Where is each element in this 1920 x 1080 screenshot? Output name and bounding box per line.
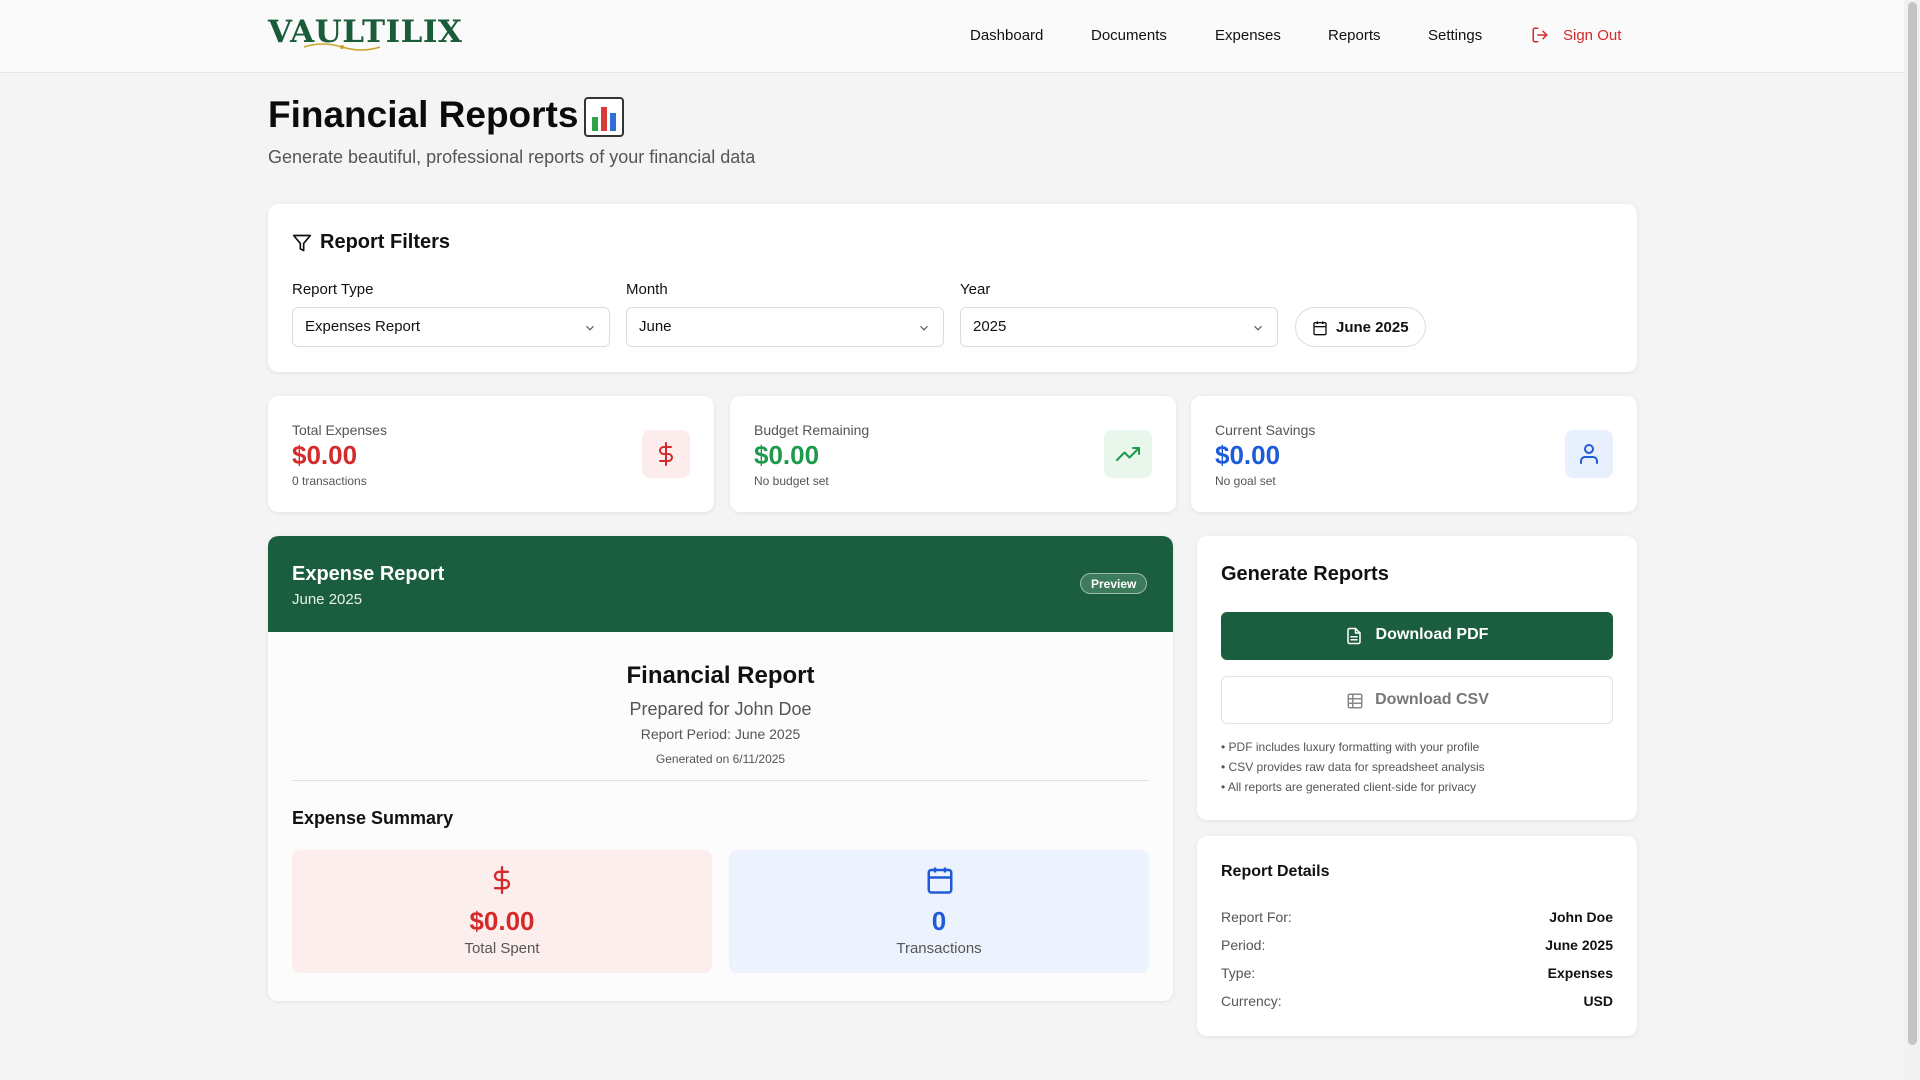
detail-key: Report For:: [1221, 909, 1292, 925]
detail-key: Type:: [1221, 965, 1256, 981]
detail-key: Period:: [1221, 937, 1266, 953]
nav-documents[interactable]: Documents: [1091, 27, 1167, 44]
table-icon: [1347, 693, 1363, 709]
stat-icon-box: [1104, 430, 1152, 478]
month-label: Month: [626, 281, 668, 298]
prepared-for: Prepared for John Doe: [629, 699, 812, 719]
page-scrollbar[interactable]: [1904, 0, 1920, 1080]
year-label: Year: [960, 281, 991, 298]
nav-expenses[interactable]: Expenses: [1215, 27, 1281, 44]
stat-sub: No budget set: [754, 474, 829, 488]
download-csv-button[interactable]: Download CSV: [1221, 676, 1613, 724]
preview-header: Expense Report June 2025 Preview: [268, 536, 1173, 632]
filter-icon: [292, 234, 312, 252]
user-icon: [1580, 444, 1598, 464]
summary-total-spent: $0.00 Total Spent: [292, 850, 712, 973]
report-details-card: Report Details Report For: John Doe Peri…: [1197, 836, 1637, 1036]
stat-card-total-expenses: Total Expenses $0.00 0 transactions: [268, 396, 714, 512]
month-value: June: [639, 318, 672, 335]
top-navbar: VAULTILIX Dashboard Documents Expenses R…: [0, 0, 1904, 73]
dollar-icon: [659, 442, 673, 466]
calendar-icon: [1313, 321, 1327, 336]
generated-date: Generated on 6/11/2025: [655, 752, 786, 766]
calendar-icon: [927, 867, 953, 894]
preview-body: Financial Report Prepared for John Doe R…: [268, 632, 1173, 1001]
chevron-down-icon: [1254, 325, 1262, 331]
stat-label: Total Expenses: [292, 422, 387, 438]
report-preview-card: Expense Report June 2025 Preview Financi…: [268, 536, 1173, 1001]
year-value: 2025: [973, 318, 1007, 335]
detail-key: Currency:: [1221, 993, 1282, 1009]
scrollbar-thumb[interactable]: [1908, 2, 1917, 1045]
page-title: Financial Reports: [268, 94, 579, 135]
generate-title: Generate Reports: [1221, 563, 1389, 585]
page-subtitle: Generate beautiful, professional reports…: [268, 147, 756, 167]
generate-note: • PDF includes luxury formatting with yo…: [1221, 740, 1480, 754]
expense-summary-title: Expense Summary: [292, 808, 454, 828]
period-chip[interactable]: June 2025: [1295, 307, 1426, 347]
period-chip-label: June 2025: [1336, 319, 1409, 336]
stat-sub: No goal set: [1215, 474, 1276, 488]
stat-label: Budget Remaining: [754, 422, 870, 438]
stat-value: $0.00: [754, 440, 820, 470]
report-title: Financial Report: [626, 662, 815, 689]
sign-out-icon[interactable]: [1531, 26, 1549, 44]
chevron-down-icon: [920, 325, 928, 331]
report-type-value: Expenses Report: [305, 318, 421, 335]
report-type-label: Report Type: [292, 281, 374, 298]
sign-out-button[interactable]: Sign Out: [1563, 27, 1621, 44]
stat-sub: 0 transactions: [292, 474, 367, 488]
nav-settings[interactable]: Settings: [1428, 27, 1482, 44]
detail-value: USD: [1583, 993, 1613, 1009]
report-filters-card: Report Filters Report Type Expenses Repo…: [268, 204, 1637, 372]
details-title: Report Details: [1221, 863, 1330, 880]
stat-card-current-savings: Current Savings $0.00 No goal set: [1191, 396, 1637, 512]
report-period: Report Period: June 2025: [640, 726, 801, 742]
summary-value: $0.00: [469, 906, 535, 936]
download-pdf-label: Download PDF: [1375, 626, 1489, 643]
nav-reports[interactable]: Reports: [1328, 27, 1381, 44]
month-select[interactable]: June: [626, 307, 944, 347]
preview-subtitle: June 2025: [292, 591, 363, 608]
bar-chart-icon: [584, 97, 624, 137]
stat-icon-box: [1565, 430, 1613, 478]
logo-swirl-icon: [303, 43, 381, 51]
preview-title: Expense Report: [292, 563, 445, 585]
dollar-icon: [493, 866, 511, 894]
trending-up-icon: [1116, 447, 1140, 461]
download-pdf-button[interactable]: Download PDF: [1221, 612, 1613, 660]
preview-badge: Preview: [1080, 573, 1148, 594]
nav-dashboard[interactable]: Dashboard: [970, 27, 1043, 44]
summary-label: Transactions: [896, 940, 982, 957]
generate-note: • All reports are generated client-side …: [1221, 780, 1476, 794]
detail-value: John Doe: [1549, 909, 1613, 925]
chevron-down-icon: [586, 325, 594, 331]
divider: [292, 780, 1149, 781]
stat-value: $0.00: [1215, 440, 1281, 470]
generate-note: • CSV provides raw data for spreadsheet …: [1221, 760, 1485, 774]
summary-transactions: 0 Transactions: [729, 850, 1149, 973]
stat-value: $0.00: [292, 440, 358, 470]
download-csv-label: Download CSV: [1375, 691, 1489, 708]
stat-label: Current Savings: [1215, 422, 1316, 438]
detail-value: June 2025: [1545, 937, 1613, 953]
generate-reports-card: Generate Reports Download PDF Download C…: [1197, 536, 1637, 820]
summary-value: 0: [931, 906, 947, 936]
summary-label: Total Spent: [464, 940, 540, 957]
stat-icon-box: [642, 430, 690, 478]
file-text-icon: [1347, 627, 1361, 645]
detail-value: Expenses: [1547, 965, 1613, 981]
stat-card-budget-remaining: Budget Remaining $0.00 No budget set: [730, 396, 1176, 512]
year-select[interactable]: 2025: [960, 307, 1278, 347]
filters-title: Report Filters: [320, 231, 451, 253]
report-type-select[interactable]: Expenses Report: [292, 307, 610, 347]
